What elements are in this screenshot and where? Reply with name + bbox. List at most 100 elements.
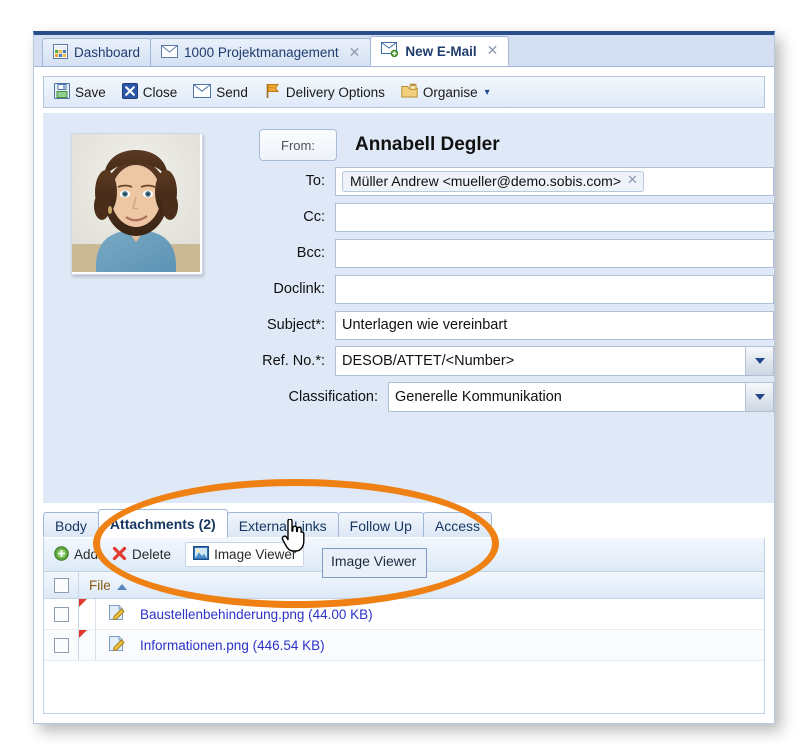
remove-recipient-icon[interactable]: ✕ <box>627 173 638 188</box>
delete-attachment-button[interactable]: Delete <box>112 546 171 564</box>
send-button[interactable]: Send <box>193 83 248 101</box>
recipient-chip[interactable]: Müller Andrew <mueller@demo.sobis.com> ✕ <box>342 170 644 192</box>
attachment-filename[interactable]: Informationen.png (446.54 KB) <box>140 638 325 653</box>
add-attachment-button[interactable]: Add <box>54 545 99 564</box>
tab-dashboard[interactable]: Dashboard <box>42 38 152 66</box>
column-header-file[interactable]: File <box>79 578 127 593</box>
classification-row: Classification: Generelle Kommunikation <box>213 381 774 413</box>
from-name: Annabell Degler <box>355 134 500 155</box>
envelope-icon <box>193 83 212 101</box>
row-select-cell[interactable] <box>44 599 79 629</box>
picture-icon <box>193 546 210 563</box>
red-x-icon <box>112 546 127 564</box>
subject-input[interactable]: Unterlagen wie vereinbart <box>335 310 774 340</box>
classification-label: Classification: <box>288 389 378 405</box>
tab-new-email[interactable]: New E-Mail ✕ <box>370 36 510 66</box>
avatar <box>71 133 203 275</box>
close-x-icon <box>121 82 138 102</box>
chevron-down-icon[interactable] <box>745 383 773 411</box>
bcc-row: Bcc: <box>213 237 774 269</box>
tab-body[interactable]: Body <box>43 512 99 538</box>
envelope-icon <box>161 44 179 61</box>
organise-button[interactable]: Organise ▾ <box>401 83 490 102</box>
select-all-checkbox[interactable] <box>53 577 69 593</box>
tab-label: 1000 Projektmanagement <box>184 45 339 60</box>
flag-icon <box>264 82 281 102</box>
sort-ascending-icon <box>116 583 127 590</box>
delete-label: Delete <box>132 547 172 562</box>
red-flag-icon <box>79 599 87 607</box>
mouse-cursor-hand <box>281 518 307 556</box>
compose-toolbar: Save Close Send Delivery Options Organis… <box>43 76 765 108</box>
edit-document-icon <box>108 604 126 624</box>
cc-label: Cc: <box>303 209 325 225</box>
doclink-label: Doclink: <box>273 281 325 297</box>
delivery-options-label: Delivery Options <box>285 84 385 100</box>
to-row: To: Müller Andrew <mueller@demo.sobis.co… <box>213 165 774 197</box>
delivery-options-button[interactable]: Delivery Options <box>264 82 385 102</box>
subject-row: Subject*: Unterlagen wie vereinbart <box>213 309 774 341</box>
select-all-cell[interactable] <box>44 572 79 598</box>
floppy-disk-icon <box>54 82 70 102</box>
row-checkbox[interactable] <box>53 606 69 622</box>
save-button[interactable]: Save <box>54 82 106 102</box>
classification-value: Generelle Kommunikation <box>395 389 562 405</box>
email-header-form: From: Annabell Degler To: Müller Andrew … <box>43 113 774 503</box>
recipient-text: Müller Andrew <mueller@demo.sobis.com> <box>350 172 621 189</box>
tab-label: New E-Mail <box>405 43 477 59</box>
main-tab-strip: Dashboard 1000 Projektmanagement ✕ New E… <box>34 35 774 67</box>
refno-row: Ref. No.*: DESOB/ATTET/<Number> <box>213 345 774 377</box>
red-flag-icon <box>79 630 87 638</box>
header-fields: From: Annabell Degler To: Müller Andrew … <box>213 129 774 417</box>
dashboard-grid-icon <box>53 43 68 62</box>
bcc-label: Bcc: <box>296 245 325 261</box>
screenshot-root: Dashboard 1000 Projektmanagement ✕ New E… <box>0 0 806 755</box>
to-label: To: <box>305 173 325 189</box>
doclink-row: Doclink: <box>213 273 774 305</box>
row-flag-cell <box>79 599 96 629</box>
tab-attachments[interactable]: Attachments (2) <box>97 509 228 538</box>
send-label: Send <box>216 84 248 100</box>
new-envelope-icon <box>381 42 399 60</box>
email-compose-panel: Save Close Send Delivery Options Organis… <box>34 67 774 723</box>
close-icon[interactable]: ✕ <box>487 44 499 58</box>
application-window: Dashboard 1000 Projektmanagement ✕ New E… <box>33 31 775 724</box>
from-button[interactable]: From: <box>259 129 337 161</box>
bcc-input[interactable] <box>335 238 774 268</box>
row-select-cell[interactable] <box>44 630 79 660</box>
row-flag-cell <box>79 630 96 660</box>
organise-label: Organise <box>422 84 478 100</box>
table-row[interactable]: Informationen.png (446.54 KB) <box>44 630 764 661</box>
column-header-label: File <box>89 577 111 593</box>
refno-select[interactable]: DESOB/ATTET/<Number> <box>335 346 774 376</box>
refno-value: DESOB/ATTET/<Number> <box>342 353 515 369</box>
tab-access[interactable]: Access <box>422 512 493 538</box>
add-label: Add <box>74 547 99 562</box>
close-icon[interactable]: ✕ <box>349 46 361 60</box>
chevron-down-icon[interactable] <box>745 347 773 375</box>
doclink-input[interactable] <box>335 274 774 304</box>
chevron-down-icon[interactable]: ▾ <box>485 87 490 98</box>
from-row: From: Annabell Degler <box>213 129 774 161</box>
table-row[interactable]: Baustellenbehinderung.png (44.00 KB) <box>44 599 764 630</box>
tab-follow-up[interactable]: Follow Up <box>337 512 424 538</box>
to-input[interactable]: Müller Andrew <mueller@demo.sobis.com> ✕ <box>335 166 774 196</box>
close-button[interactable]: Close <box>121 82 178 102</box>
row-checkbox[interactable] <box>53 637 69 653</box>
save-label: Save <box>75 84 106 100</box>
tab-projektmanagement[interactable]: 1000 Projektmanagement ✕ <box>150 38 372 66</box>
cc-input[interactable] <box>335 202 774 232</box>
attachments-grid: File Baustellenbehinderung.png (44.00 KB… <box>43 572 765 714</box>
close-label: Close <box>142 84 178 100</box>
content-tab-strip: Body Attachments (2) External Links Foll… <box>43 509 765 539</box>
plus-circle-icon <box>54 545 69 564</box>
refno-label: Ref. No.*: <box>262 353 325 369</box>
subject-label: Subject*: <box>266 317 325 333</box>
edit-document-icon <box>108 635 126 655</box>
tooltip: Image Viewer <box>322 548 427 578</box>
classification-select[interactable]: Generelle Kommunikation <box>388 382 774 412</box>
attachment-filename[interactable]: Baustellenbehinderung.png (44.00 KB) <box>140 607 373 622</box>
folder-lock-icon <box>401 83 418 102</box>
cc-row: Cc: <box>213 201 774 233</box>
tab-label: Dashboard <box>74 45 141 60</box>
